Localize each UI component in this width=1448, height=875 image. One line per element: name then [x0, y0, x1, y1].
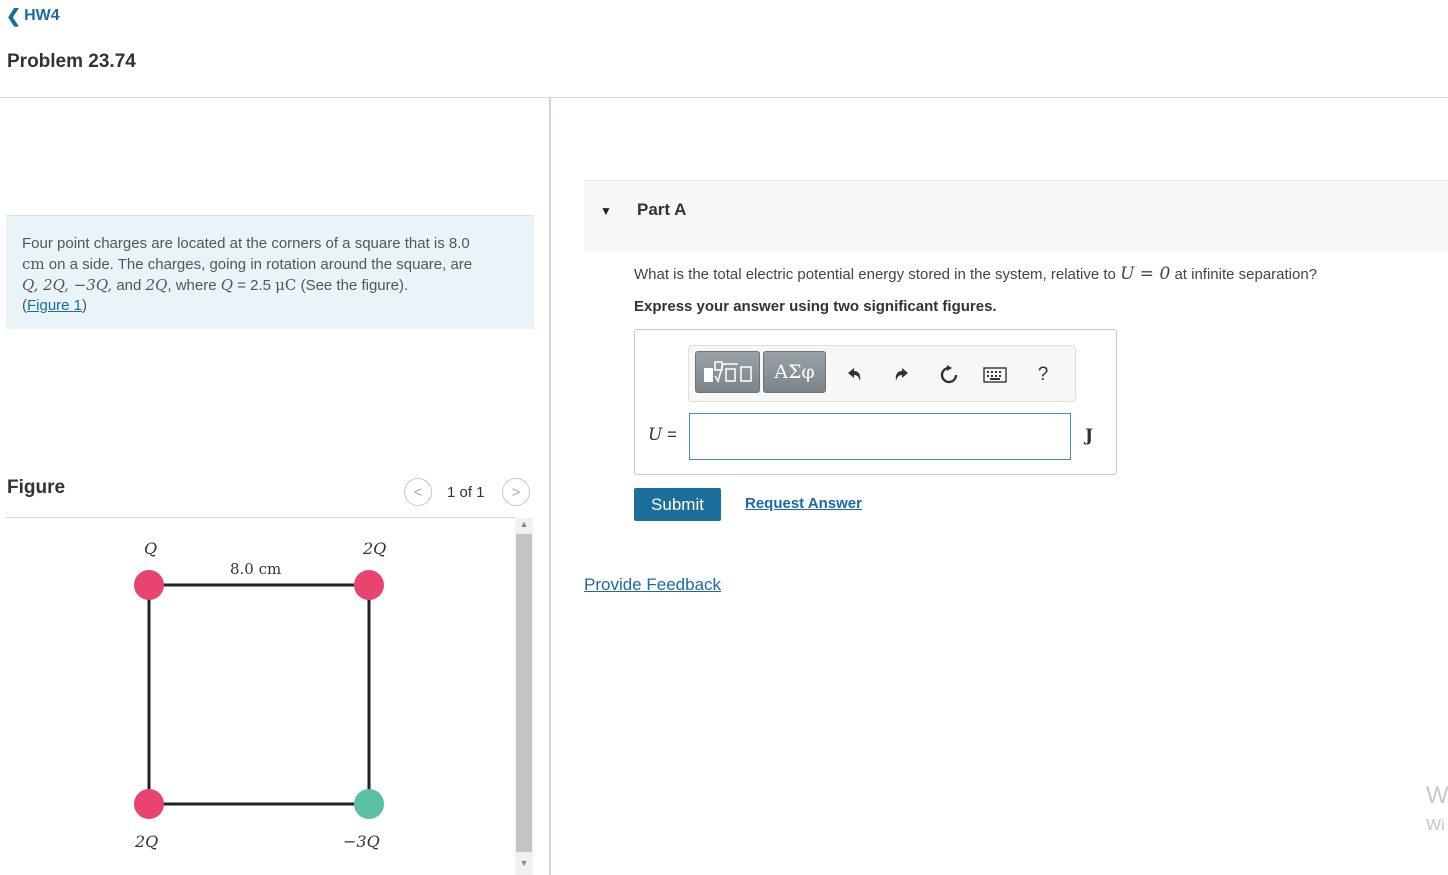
question-suffix: at infinite separation?: [1170, 266, 1318, 283]
submit-button[interactable]: Submit: [634, 488, 721, 521]
answer-unit: J: [1085, 426, 1094, 446]
undo-icon[interactable]: [841, 362, 867, 388]
answer-variable: U: [648, 425, 663, 445]
request-answer-link[interactable]: Request Answer: [745, 495, 862, 512]
problem-text: Four point charges are located at the co…: [22, 235, 470, 252]
reset-icon[interactable]: [936, 362, 962, 388]
problem-text: (See the figure).: [296, 277, 409, 294]
label-top-left: Q: [144, 539, 157, 558]
previous-figure-button[interactable]: <: [404, 478, 432, 506]
charge-bottom-left: [134, 789, 164, 819]
chevron-left-icon: ❮: [6, 6, 22, 26]
chevron-left-icon: <: [413, 483, 423, 501]
symbols-button[interactable]: ΑΣφ: [763, 351, 826, 393]
figure-pager-text: 1 of 1: [447, 484, 485, 501]
charge-top-left: [134, 570, 164, 600]
help-button[interactable]: ?: [1030, 362, 1056, 388]
templates-icon: [703, 361, 752, 383]
answer-equals: =: [662, 425, 677, 444]
chevron-right-icon: >: [511, 483, 521, 501]
part-a-title: Part A: [637, 200, 687, 219]
charges-list: Q, 2Q, −3Q,: [22, 276, 113, 294]
problem-statement: Four point charges are located at the co…: [6, 215, 534, 329]
back-link-hw4[interactable]: ❮ HW4: [6, 7, 60, 25]
watermark-text: Wi: [1426, 817, 1445, 834]
answer-instruction: Express your answer using two significan…: [634, 298, 997, 315]
charge-top-right: [354, 570, 384, 600]
charge-square-figure: Q 2Q 8.0 cm 2Q −3Q: [134, 539, 386, 851]
figure-heading: Figure: [7, 477, 66, 498]
figure-link[interactable]: Figure 1: [27, 297, 82, 314]
problem-text: , where: [167, 277, 221, 294]
problem-title: Problem 23.74: [7, 51, 136, 72]
label-top-right: 2Q: [362, 539, 386, 558]
header-divider: [0, 97, 1448, 98]
next-figure-button[interactable]: >: [502, 478, 530, 506]
charge-value: = 2.5: [233, 277, 276, 294]
label-bottom-right: −3Q: [343, 832, 380, 851]
collapse-triangle-icon[interactable]: ▼: [600, 204, 612, 218]
unit-cm: cm: [22, 255, 45, 273]
scroll-down-icon[interactable]: ▼: [515, 858, 533, 872]
label-side-length: 8.0 cm: [230, 560, 281, 578]
answer-input[interactable]: [689, 413, 1071, 460]
charge-symbol: Q: [220, 276, 234, 294]
problem-text: on a side. The charges, going in rotatio…: [44, 256, 473, 273]
watermark-text: W: [1426, 782, 1448, 809]
charge-last: 2Q: [145, 276, 168, 294]
charge-unit: μC: [275, 276, 297, 294]
scroll-up-icon[interactable]: ▲: [515, 519, 533, 533]
redo-icon[interactable]: [889, 362, 915, 388]
answer-variable-label: U =: [648, 425, 677, 445]
templates-button[interactable]: [695, 351, 760, 393]
charge-bottom-right: [354, 789, 384, 819]
question-math: U = 0: [1120, 264, 1171, 284]
question-prefix: What is the total electric potential ene…: [634, 266, 1121, 283]
question-text: What is the total electric potential ene…: [634, 264, 1317, 284]
problem-text: and: [112, 277, 146, 294]
provide-feedback-link[interactable]: Provide Feedback: [584, 575, 721, 595]
back-link-label: HW4: [24, 7, 60, 24]
keyboard-icon[interactable]: [982, 362, 1008, 388]
label-bottom-left: 2Q: [134, 832, 158, 851]
part-a-header[interactable]: [584, 180, 1448, 251]
scrollbar-thumb[interactable]: [516, 534, 532, 852]
column-divider: [549, 98, 551, 875]
